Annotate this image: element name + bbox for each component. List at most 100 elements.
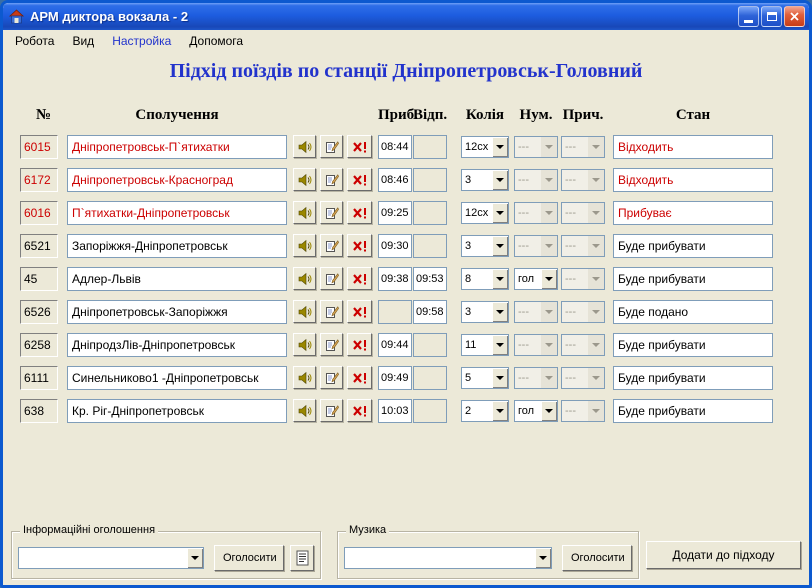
route-field[interactable] (67, 266, 287, 291)
departure-time-field[interactable] (413, 134, 447, 159)
announce-button[interactable] (293, 168, 316, 191)
route-field[interactable] (67, 332, 287, 357)
cancel-announce-button[interactable] (347, 201, 372, 224)
dropdown-arrow-icon[interactable] (492, 367, 508, 388)
route-field[interactable] (67, 299, 287, 324)
announce-button[interactable] (293, 267, 316, 290)
track-combo[interactable]: 12сх (461, 201, 509, 224)
track-combo[interactable]: 3 (461, 300, 509, 323)
status-field[interactable] (613, 134, 773, 159)
announce-info-button[interactable]: Оголосити (214, 545, 284, 571)
track-combo[interactable]: 12сх (461, 135, 509, 158)
announce-button[interactable] (293, 201, 316, 224)
route-field[interactable] (67, 398, 287, 423)
menu-dopomoga[interactable]: Допомога (180, 32, 252, 50)
dropdown-arrow-icon[interactable] (541, 268, 557, 289)
dropdown-arrow-icon[interactable] (492, 202, 508, 223)
arrival-time-field[interactable] (378, 266, 412, 291)
edit-button[interactable] (320, 399, 343, 422)
status-field[interactable] (613, 332, 773, 357)
departure-time-field[interactable] (413, 200, 447, 225)
arrival-time-field[interactable] (378, 398, 412, 423)
track-combo[interactable]: 8 (461, 267, 509, 290)
menu-nastroika[interactable]: Настройка (103, 32, 180, 50)
cancel-announce-button[interactable] (347, 399, 372, 422)
departure-time-field[interactable] (413, 398, 447, 423)
edit-button[interactable] (320, 135, 343, 158)
cancel-announce-button[interactable] (347, 135, 372, 158)
track-combo[interactable]: 3 (461, 168, 509, 191)
edit-button[interactable] (320, 333, 343, 356)
dropdown-arrow-icon[interactable] (541, 400, 557, 421)
departure-time-field[interactable] (413, 365, 447, 390)
maximize-button[interactable] (761, 6, 782, 27)
minimize-button[interactable] (738, 6, 759, 27)
status-field[interactable] (613, 266, 773, 291)
route-field[interactable] (67, 167, 287, 192)
announce-button[interactable] (293, 366, 316, 389)
status-field[interactable] (613, 365, 773, 390)
arrival-time-field[interactable] (378, 200, 412, 225)
announcement-list-button[interactable] (290, 545, 314, 571)
arrival-time-field[interactable] (378, 233, 412, 258)
announce-button[interactable] (293, 234, 316, 257)
departure-time-field[interactable] (413, 332, 447, 357)
numeration-combo[interactable]: гол (514, 399, 558, 422)
menu-vyd[interactable]: Вид (63, 32, 103, 50)
dropdown-arrow-icon[interactable] (492, 301, 508, 322)
edit-button[interactable] (320, 366, 343, 389)
status-field[interactable] (613, 233, 773, 258)
edit-button[interactable] (320, 300, 343, 323)
announce-button[interactable] (293, 399, 316, 422)
arrival-time-field[interactable] (378, 167, 412, 192)
route-field[interactable] (67, 365, 287, 390)
status-field[interactable] (613, 200, 773, 225)
cancel-announce-button[interactable] (347, 168, 372, 191)
cancel-announce-button[interactable] (347, 234, 372, 257)
announcement-combo[interactable] (18, 547, 204, 569)
arrival-time-field[interactable] (378, 134, 412, 159)
departure-time-field[interactable] (413, 266, 447, 291)
departure-time-field[interactable] (413, 167, 447, 192)
departure-time-field[interactable] (413, 233, 447, 258)
dropdown-arrow-icon[interactable] (187, 548, 203, 568)
cancel-announce-button[interactable] (347, 300, 372, 323)
dropdown-arrow-icon[interactable] (492, 334, 508, 355)
route-field[interactable] (67, 134, 287, 159)
cancel-announce-button[interactable] (347, 267, 372, 290)
edit-button[interactable] (320, 201, 343, 224)
edit-button[interactable] (320, 168, 343, 191)
menu-robota[interactable]: Робота (6, 32, 63, 50)
announce-button[interactable] (293, 135, 316, 158)
status-field[interactable] (613, 398, 773, 423)
arrival-time-field[interactable] (378, 299, 412, 324)
track-combo[interactable]: 5 (461, 366, 509, 389)
announce-button[interactable] (293, 333, 316, 356)
edit-button[interactable] (320, 267, 343, 290)
track-combo[interactable]: 11 (461, 333, 509, 356)
dropdown-arrow-icon[interactable] (492, 169, 508, 190)
dropdown-arrow-icon[interactable] (492, 268, 508, 289)
track-combo[interactable]: 2 (461, 399, 509, 422)
dropdown-arrow-icon[interactable] (492, 136, 508, 157)
dropdown-arrow-icon[interactable] (535, 548, 551, 568)
announce-music-button[interactable]: Оголосити (562, 545, 632, 571)
close-button[interactable] (784, 6, 805, 27)
dropdown-arrow-icon[interactable] (492, 400, 508, 421)
route-field[interactable] (67, 233, 287, 258)
track-combo[interactable]: 3 (461, 234, 509, 257)
announce-button[interactable] (293, 300, 316, 323)
arrival-time-field[interactable] (378, 332, 412, 357)
cancel-announce-button[interactable] (347, 366, 372, 389)
numeration-combo[interactable]: гол (514, 267, 558, 290)
cancel-announce-button[interactable] (347, 333, 372, 356)
departure-time-field[interactable] (413, 299, 447, 324)
add-to-approach-button[interactable]: Додати до підходу (646, 541, 801, 569)
titlebar[interactable]: АРМ диктора вокзала - 2 (3, 3, 809, 30)
route-field[interactable] (67, 200, 287, 225)
status-field[interactable] (613, 167, 773, 192)
music-combo[interactable] (344, 547, 552, 569)
dropdown-arrow-icon[interactable] (492, 235, 508, 256)
status-field[interactable] (613, 299, 773, 324)
arrival-time-field[interactable] (378, 365, 412, 390)
